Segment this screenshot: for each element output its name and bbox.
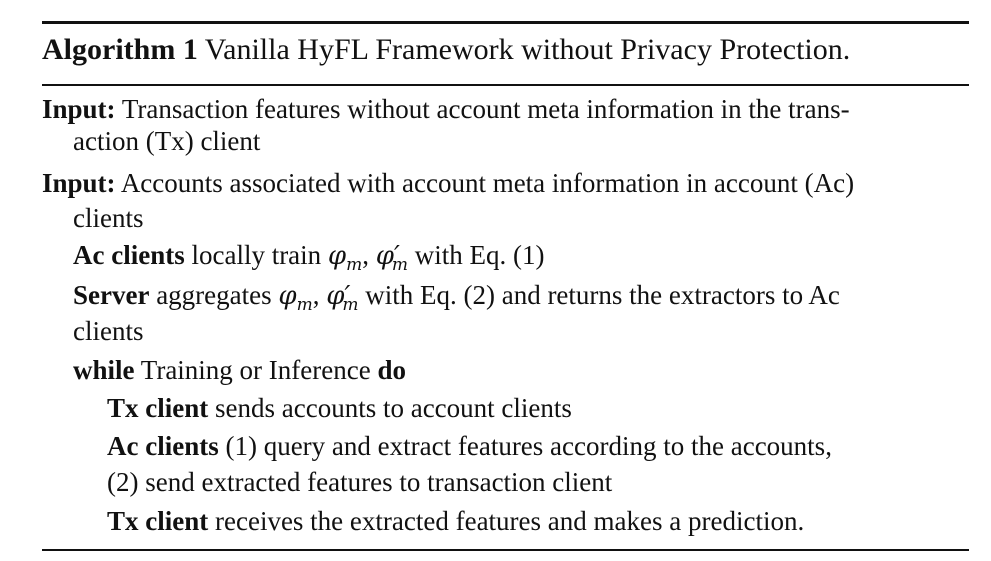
algorithm-label: Algorithm 1	[42, 33, 198, 66]
top-rule	[42, 21, 969, 24]
step-text: (2) send extracted features to transacti…	[107, 467, 613, 497]
input-text: action (Tx) client	[73, 126, 261, 156]
step-server: Server aggregates φm, φ′m with Eq. (2) a…	[73, 276, 840, 324]
while-line: while Training or Inference do	[73, 351, 406, 389]
step-text: locally train	[191, 240, 322, 270]
input-line-2: Input: Accounts associated with account …	[42, 164, 854, 202]
phi-prime-symbol: φ′m	[375, 241, 409, 275]
step-server-cont: clients	[73, 312, 143, 350]
caption-rule	[42, 84, 969, 86]
step-keyword: Ac clients	[107, 431, 219, 461]
input-text: Accounts associated with account meta in…	[120, 168, 855, 198]
step-tx-recv: Tx client receives the extracted feature…	[107, 502, 804, 540]
algorithm-title: Vanilla HyFL Framework without Privacy P…	[204, 33, 851, 66]
phi-prime-symbol: φ′m	[326, 281, 359, 315]
math-comma: ,	[362, 240, 376, 270]
while-keyword: while	[73, 355, 135, 385]
bottom-rule	[42, 549, 969, 551]
input-line-1-cont: action (Tx) client	[73, 122, 260, 160]
step-text: aggregates	[156, 280, 272, 310]
while-condition: Training or Inference	[140, 355, 371, 385]
step-text: with Eq. (2) and returns the extractors …	[365, 280, 840, 310]
step-text: receives the extracted features and make…	[215, 506, 805, 536]
step-keyword: Server	[73, 280, 150, 310]
phi-symbol: φm	[278, 281, 313, 315]
input-keyword: Input:	[42, 168, 116, 198]
step-ac-query: Ac clients (1) query and extract feature…	[107, 427, 832, 465]
input-text: Transaction features without account met…	[121, 94, 850, 124]
step-text: with Eq. (1)	[414, 240, 545, 270]
do-keyword: do	[377, 355, 406, 385]
step-keyword: Tx client	[107, 393, 209, 423]
algorithm-caption: Algorithm 1 Vanilla HyFL Framework witho…	[42, 30, 969, 70]
step-text: sends accounts to account clients	[215, 393, 572, 423]
step-keyword: Ac clients	[73, 240, 185, 270]
step-text: clients	[73, 316, 144, 346]
step-text: (1) query and extract features according…	[225, 431, 832, 461]
step-tx-send: Tx client sends accounts to account clie…	[107, 389, 572, 427]
step-ac-query-cont: (2) send extracted features to transacti…	[107, 463, 612, 501]
input-line-2-cont: clients	[73, 199, 143, 237]
step-keyword: Tx client	[107, 506, 209, 536]
input-keyword: Input:	[42, 94, 116, 124]
phi-symbol: φm	[327, 241, 363, 275]
input-text: clients	[73, 203, 144, 233]
math-comma: ,	[312, 280, 327, 310]
